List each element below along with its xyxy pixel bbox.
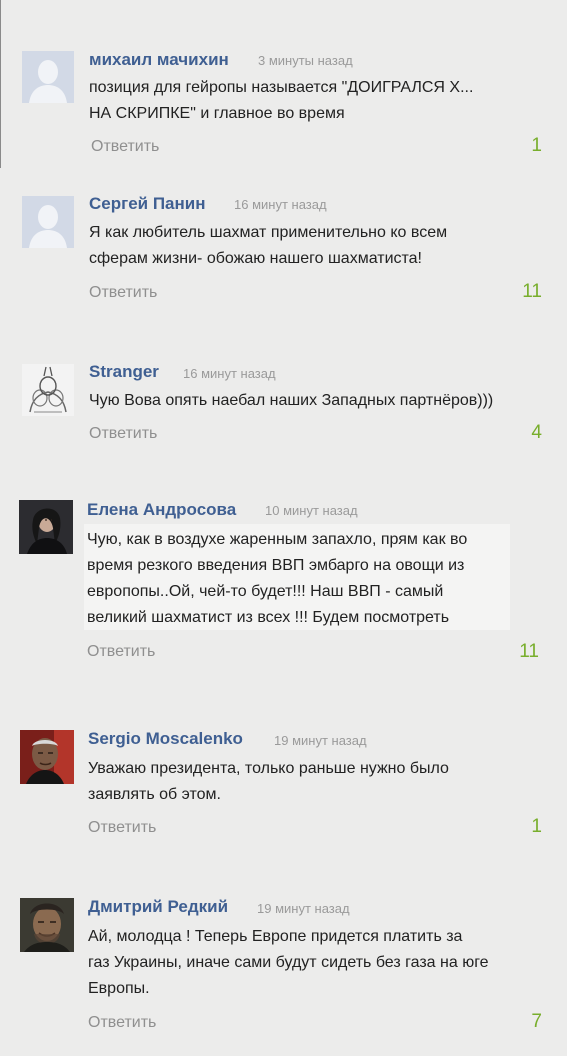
comment-time: 19 минут назад	[274, 733, 367, 748]
comment-author[interactable]: Елена Андросова	[87, 500, 236, 520]
comment-author[interactable]: Stranger	[89, 362, 159, 382]
comment-text: Уважаю президента, только раньше нужно б…	[88, 760, 449, 803]
comment-author[interactable]: Сергей Панин	[89, 194, 206, 214]
comment-text: Ай, молодца ! Теперь Европе придется пла…	[88, 928, 489, 997]
comment-author[interactable]: Дмитрий Редкий	[88, 897, 228, 917]
reply-button[interactable]: Ответить	[87, 642, 155, 662]
reply-button[interactable]: Ответить	[88, 818, 156, 838]
comment-author[interactable]: михаил мачихин	[89, 50, 229, 70]
vote-count: 1	[531, 135, 542, 156]
left-border-line	[0, 0, 1, 168]
comment-time: 10 минут назад	[265, 503, 358, 518]
reply-button[interactable]: Ответить	[89, 424, 157, 444]
default-avatar-icon[interactable]	[22, 51, 74, 103]
portrait-avatar[interactable]	[20, 730, 74, 784]
portrait-avatar[interactable]	[19, 500, 73, 554]
comment-text: позиция для гейропы называется "ДОИГРАЛС…	[89, 79, 474, 122]
sketch-avatar[interactable]	[22, 364, 74, 416]
portrait-avatar[interactable]	[20, 898, 74, 952]
comment-author[interactable]: Sergio Moscalenko	[88, 729, 243, 749]
vote-count: 11	[519, 641, 539, 662]
vote-count: 7	[531, 1011, 542, 1032]
reply-button[interactable]: Ответить	[91, 137, 159, 157]
comment-time: 19 минут назад	[257, 901, 350, 916]
comment-time: 3 минуты назад	[258, 53, 353, 68]
vote-count: 1	[531, 816, 542, 837]
default-avatar-icon[interactable]	[22, 196, 74, 248]
comment-text: Чую, как в воздухе жаренным запахло, пря…	[87, 531, 468, 626]
comment-item: Дмитрий Редкий 19 минут назад Ай, молодц…	[0, 0, 567, 1032]
comment-time: 16 минут назад	[183, 366, 276, 381]
comment-text: Чую Вова опять наебал наших Западных пар…	[89, 392, 494, 409]
reply-button[interactable]: Ответить	[89, 283, 157, 303]
comment-text: Я как любитель шахмат применительно ко в…	[89, 224, 448, 267]
comment-time: 16 минут назад	[234, 197, 327, 212]
vote-count: 11	[522, 281, 542, 302]
vote-count: 4	[531, 422, 542, 443]
reply-button[interactable]: Ответить	[88, 1013, 156, 1033]
